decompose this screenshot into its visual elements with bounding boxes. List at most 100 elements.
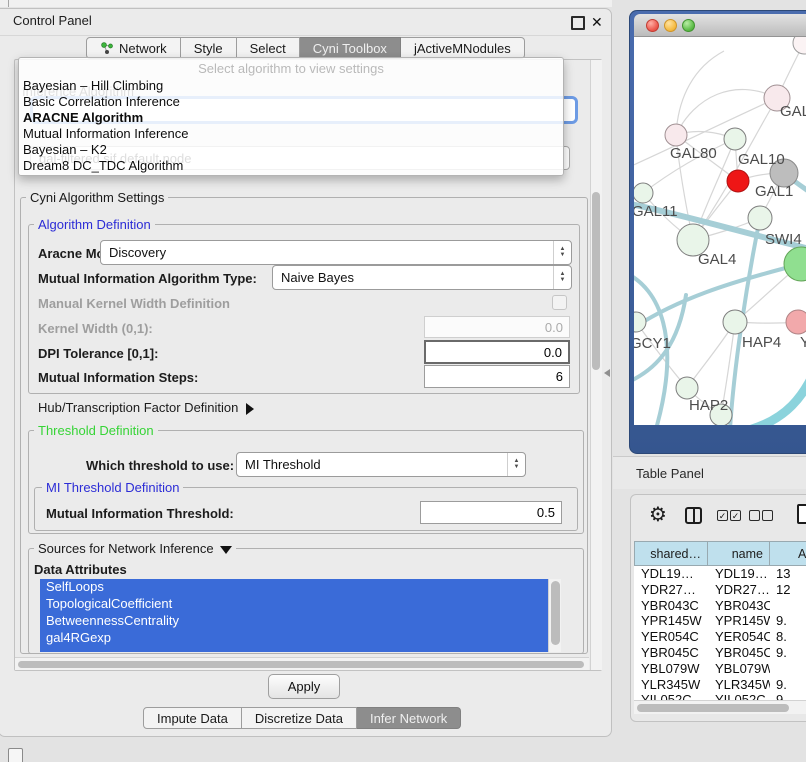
table-row[interactable]: YBR045C YBR045C 9. — [634, 645, 806, 661]
manual-kernel-checkbox[interactable] — [552, 295, 567, 310]
deselect-all-icon[interactable] — [749, 510, 773, 521]
table-rows[interactable]: YDL19… YDL19… 13 YDR27… YDR27… 12 YBR043… — [634, 566, 806, 700]
expand-right-icon[interactable] — [246, 403, 254, 415]
attribute-list-item[interactable]: gal4RGexp — [40, 630, 548, 647]
tab-style[interactable]: Style — [181, 37, 237, 59]
network-node[interactable] — [634, 183, 653, 203]
split-columns-icon[interactable] — [685, 507, 702, 524]
table-row[interactable]: YBL079W YBL079W — [634, 661, 806, 677]
node-label: HAP4 — [742, 334, 781, 351]
tab-infer-network[interactable]: Infer Network — [357, 707, 461, 729]
settings-horizontal-scrollbar[interactable] — [15, 657, 589, 670]
node-label: Y — [800, 334, 806, 351]
select-all-icon[interactable]: ✓✓ — [717, 510, 741, 521]
tab-select[interactable]: Select — [237, 37, 300, 59]
tab-discretize-data[interactable]: Discretize Data — [242, 707, 357, 729]
popup-item[interactable]: Mutual Information Inference — [23, 126, 188, 142]
popup-item[interactable]: Bayesian – Hill Climbing — [23, 78, 163, 94]
popup-item[interactable]: Dream8 DC_TDC Algorithm — [23, 158, 183, 174]
network-view-window: GAL80 GAL10 GAL1 GAL11 SWI4 GAL4 GCY1 HA… — [629, 10, 806, 454]
collapsed-panel-icon[interactable] — [8, 748, 23, 762]
table-panel-title: Table Panel — [636, 466, 704, 481]
dpi-tolerance-field[interactable]: 0.0 — [424, 340, 570, 364]
spinner-icon[interactable]: ▲▼ — [507, 453, 525, 476]
node-label: GAL — [780, 103, 806, 120]
network-node[interactable] — [748, 206, 772, 230]
mi-steps-field[interactable]: 6 — [424, 365, 570, 388]
network-node[interactable] — [634, 312, 646, 332]
screen: Control Panel ✕ Inference Algorithm gal-… — [0, 0, 806, 762]
settings-vertical-scrollbar[interactable] — [590, 60, 602, 670]
which-threshold-combo[interactable]: MI Threshold ▲▼ — [236, 452, 526, 477]
table-row[interactable]: YIL052C YIL052C 9 — [634, 692, 806, 700]
column-header-shared[interactable]: shared… — [634, 541, 708, 566]
attribute-list-item[interactable]: SelfLoops — [40, 579, 548, 596]
node-label: GAL4 — [698, 251, 736, 268]
close-icon[interactable]: ✕ — [591, 15, 603, 29]
tab-cyni-toolbox[interactable]: Cyni Toolbox — [300, 37, 401, 59]
network-node[interactable] — [793, 37, 806, 54]
page-icon[interactable] — [797, 504, 806, 524]
tab-impute-data[interactable]: Impute Data — [143, 707, 242, 729]
mi-threshold-group-title: MI Threshold Definition — [42, 480, 183, 495]
network-node[interactable] — [786, 310, 806, 334]
scrollbar-thumb[interactable] — [637, 704, 789, 712]
scrollbar-thumb[interactable] — [18, 661, 584, 668]
tab-network[interactable]: Network — [86, 37, 181, 59]
table-row[interactable]: YER054C YER054C 8. — [634, 629, 806, 645]
threshold-definition-title: Threshold Definition — [34, 423, 158, 438]
network-node[interactable] — [676, 377, 698, 399]
collapse-down-icon[interactable] — [220, 546, 232, 554]
node-label: GAL11 — [634, 203, 678, 220]
network-canvas[interactable]: GAL80 GAL10 GAL1 GAL11 SWI4 GAL4 GCY1 HA… — [634, 37, 806, 425]
data-attributes-list[interactable]: SelfLoopsTopologicalCoefficientBetweenne… — [40, 579, 548, 652]
column-header-name[interactable]: name — [708, 541, 770, 566]
tab-jactivemnodules[interactable]: jActiveMNodules — [401, 37, 525, 59]
mi-threshold-field[interactable]: 0.5 — [420, 501, 562, 524]
zoom-window-button[interactable] — [682, 19, 695, 32]
hub-definition-expander[interactable]: Hub/Transcription Factor Definition — [38, 400, 254, 415]
apply-button[interactable]: Apply — [268, 674, 340, 699]
minimize-window-button[interactable] — [664, 19, 677, 32]
table-row[interactable]: YLR345W YLR345W 9. — [634, 677, 806, 693]
which-threshold-label: Which threshold to use: — [86, 458, 234, 473]
table-row[interactable]: YPR145W YPR145W 9. — [634, 613, 806, 629]
dpi-tolerance-label: DPI Tolerance [0,1]: — [38, 346, 158, 361]
popup-item-aracne[interactable]: ARACNE Algorithm — [23, 110, 143, 126]
attributes-scrollbar[interactable] — [548, 579, 561, 652]
mi-type-combo[interactable]: Naive Bayes ▲▼ — [272, 265, 572, 290]
sources-group-title[interactable]: Sources for Network Inference — [34, 541, 236, 556]
table-horizontal-scrollbar[interactable] — [634, 700, 806, 714]
kernel-width-field[interactable]: 0.0 — [424, 316, 570, 338]
network-node-labels: GAL80 GAL10 GAL1 GAL11 SWI4 GAL4 GCY1 HA… — [634, 103, 806, 414]
table-header: shared… name A — [634, 541, 806, 566]
control-panel-tabbar: Network Style Select Cyni Toolbox jActiv… — [86, 37, 525, 59]
kernel-width-label: Kernel Width (0,1): — [38, 321, 153, 336]
spinner-icon[interactable]: ▲▼ — [553, 241, 571, 264]
top-strip — [0, 0, 612, 7]
gear-icon[interactable]: ⚙ — [649, 505, 667, 525]
spinner-icon[interactable]: ▲▼ — [553, 266, 571, 289]
scrollbar-thumb[interactable] — [592, 192, 600, 370]
table-row[interactable]: YDL19… YDL19… 13 — [634, 566, 806, 582]
popup-item[interactable]: Bayesian – K2 — [23, 142, 107, 158]
table-row[interactable]: YDR27… YDR27… 12 — [634, 582, 806, 598]
network-node-red[interactable] — [727, 170, 749, 192]
network-node[interactable] — [665, 124, 687, 146]
attribute-list-item[interactable]: BetweennessCentrality — [40, 613, 548, 630]
cyni-bottom-tabbar: Impute Data Discretize Data Infer Networ… — [143, 707, 461, 729]
network-node[interactable] — [723, 310, 747, 334]
attribute-list-item[interactable]: TopologicalCoefficient — [40, 596, 548, 613]
network-window-titlebar[interactable] — [634, 14, 806, 37]
network-graph: GAL80 GAL10 GAL1 GAL11 SWI4 GAL4 GCY1 HA… — [634, 37, 806, 425]
table-row[interactable]: YBR043C YBR043C — [634, 598, 806, 614]
close-window-button[interactable] — [646, 19, 659, 32]
splitter-collapse-arrow[interactable] — [604, 369, 610, 377]
column-header-partial[interactable]: A — [770, 541, 806, 566]
float-window-icon[interactable] — [571, 16, 585, 30]
popup-item[interactable]: Basic Correlation Inference — [23, 94, 180, 110]
network-node[interactable] — [724, 128, 746, 150]
mi-steps-label: Mutual Information Steps: — [38, 370, 198, 385]
aracne-mode-combo[interactable]: Discovery ▲▼ — [100, 240, 572, 265]
scrollbar-thumb[interactable] — [551, 581, 560, 645]
